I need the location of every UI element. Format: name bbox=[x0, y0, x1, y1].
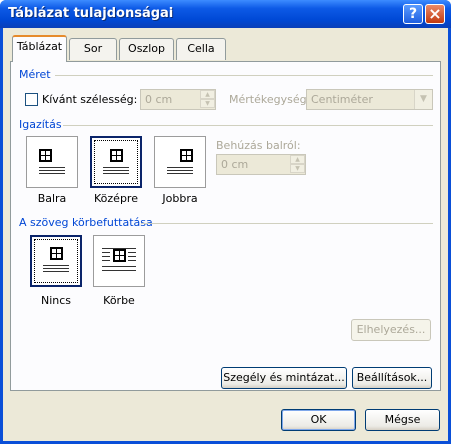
align-left-option[interactable] bbox=[26, 136, 78, 188]
dialog-window: Táblázat tulajdonságai ? × Táblázat Sor … bbox=[0, 0, 451, 444]
preferred-width-value: 0 cm bbox=[145, 93, 173, 106]
options-button[interactable]: Beállítások... bbox=[352, 367, 432, 389]
indent-spinner[interactable]: ▲ ▼ bbox=[290, 155, 305, 174]
table-no-wrap-icon bbox=[50, 247, 63, 260]
unit-label: Mértékegység: bbox=[229, 93, 311, 106]
help-button[interactable]: ? bbox=[403, 4, 423, 24]
borders-and-shading-button[interactable]: Szegély és mintázat... bbox=[221, 367, 347, 389]
spin-down-icon[interactable]: ▼ bbox=[290, 164, 305, 173]
title-bar[interactable]: Táblázat tulajdonságai ? × bbox=[0, 0, 451, 28]
preferred-width-spinner[interactable]: ▲ ▼ bbox=[200, 90, 215, 109]
align-right-label: Jobbra bbox=[162, 192, 198, 205]
wrapping-section-label: A szöveg körbefuttatása bbox=[19, 216, 153, 229]
wrap-none-option[interactable] bbox=[30, 235, 82, 287]
tab-row[interactable]: Sor bbox=[69, 38, 117, 60]
spin-down-icon[interactable]: ▼ bbox=[200, 99, 215, 108]
tab-column[interactable]: Oszlop bbox=[119, 38, 174, 60]
dialog-body: Táblázat Sor Oszlop Cella Méret Kívánt s… bbox=[3, 28, 448, 441]
spin-up-icon[interactable]: ▲ bbox=[290, 155, 305, 164]
wrap-around-label: Körbe bbox=[103, 294, 135, 307]
unit-select[interactable]: Centiméter ▼ bbox=[306, 89, 433, 110]
preferred-width-label: Kívánt szélesség: bbox=[42, 93, 138, 106]
spin-up-icon[interactable]: ▲ bbox=[200, 90, 215, 99]
alignment-section-label: Igazítás bbox=[19, 118, 62, 131]
wrap-none-label: Nincs bbox=[40, 294, 72, 307]
indent-value: 0 cm bbox=[221, 158, 249, 171]
unit-value: Centiméter bbox=[311, 93, 373, 106]
table-left-icon bbox=[39, 149, 52, 162]
window-title: Táblázat tulajdonságai bbox=[8, 6, 174, 21]
chevron-down-icon[interactable]: ▼ bbox=[414, 90, 432, 109]
tab-cell[interactable]: Cella bbox=[176, 38, 226, 60]
cancel-button[interactable]: Mégse bbox=[365, 409, 440, 431]
table-right-icon bbox=[180, 149, 193, 162]
align-center-option[interactable] bbox=[90, 136, 142, 188]
size-divider bbox=[55, 75, 433, 76]
table-center-icon bbox=[110, 149, 123, 162]
wrapping-divider bbox=[141, 223, 433, 224]
align-left-label: Balra bbox=[37, 192, 67, 205]
alignment-divider bbox=[63, 125, 433, 126]
table-wrap-icon bbox=[113, 249, 126, 262]
indent-input[interactable]: 0 cm ▲ ▼ bbox=[216, 154, 306, 175]
align-center-label: Középre bbox=[94, 192, 138, 205]
wrap-around-option[interactable] bbox=[93, 235, 145, 287]
align-right-option[interactable] bbox=[154, 136, 206, 188]
size-section-label: Méret bbox=[19, 68, 51, 81]
indent-label: Behúzás balról: bbox=[216, 139, 301, 152]
ok-button[interactable]: OK bbox=[281, 409, 356, 431]
close-button[interactable]: × bbox=[425, 4, 445, 24]
preferred-width-input[interactable]: 0 cm ▲ ▼ bbox=[140, 89, 216, 110]
tab-panel-table: Méret Kívánt szélesség: 0 cm ▲ ▼ Mértéke… bbox=[10, 61, 441, 391]
tab-table[interactable]: Táblázat bbox=[12, 35, 67, 62]
positioning-button[interactable]: Elhelyezés... bbox=[351, 319, 431, 341]
preferred-width-checkbox[interactable] bbox=[25, 93, 38, 106]
